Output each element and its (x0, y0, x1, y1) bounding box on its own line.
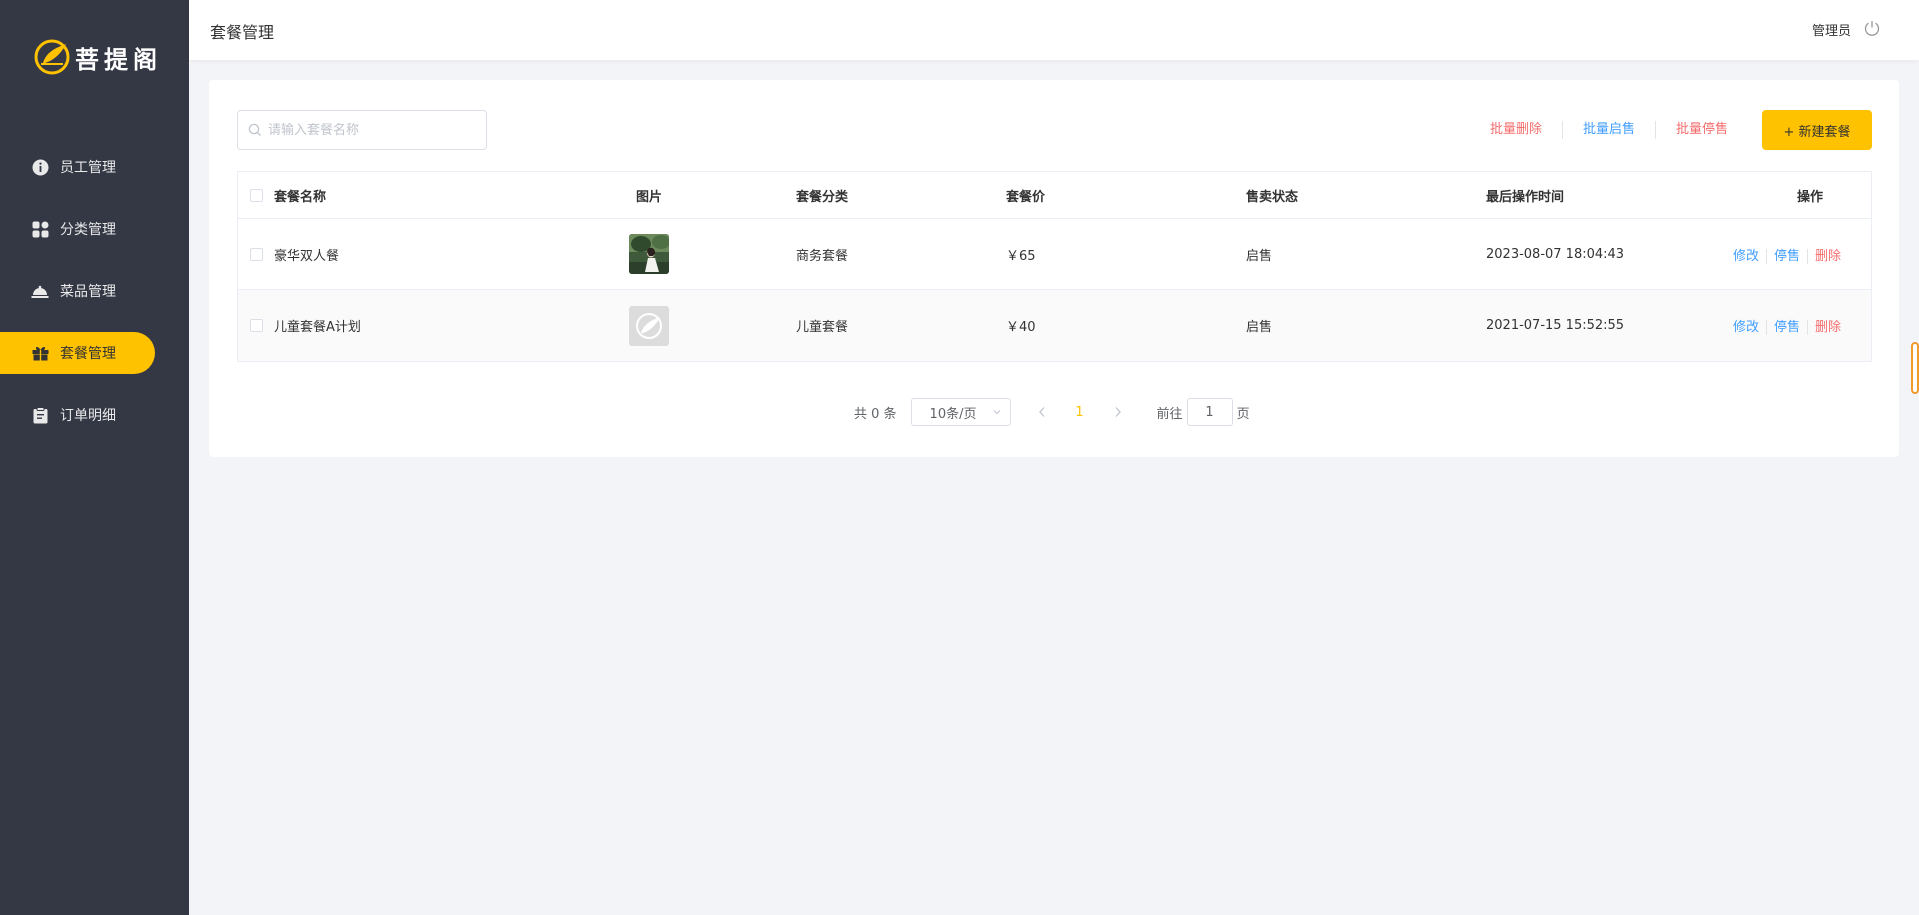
column-header: 售卖状态 (1246, 189, 1299, 205)
goto-suffix: 页 (1236, 406, 1250, 422)
search-box[interactable] (237, 110, 487, 150)
batch-delete-button[interactable]: 批量删除 (1470, 121, 1563, 139)
edit-button[interactable]: 修改 (1725, 248, 1767, 264)
combo-updated-time: 2023-08-07 18:04:43 (1486, 246, 1625, 262)
table-row: 豪华双人餐 商务套餐 ￥65 启售 2023-08-07 18:04:43 修改… (238, 219, 1871, 290)
column-header: 套餐名称 (274, 189, 327, 205)
combo-name: 儿童套餐A计划 (274, 320, 361, 335)
goto-page-input[interactable] (1186, 398, 1233, 426)
toolbar: 批量删除 批量启售 批量停售 + 新建套餐 (1470, 110, 1872, 150)
chevron-down-icon (993, 410, 1000, 415)
pagination: 共 0 条 10条/页 1 前往 页 (854, 398, 1250, 426)
content-card: 批量删除 批量启售 批量停售 + 新建套餐 套餐名称 图片 套餐分类 套餐价 售… (209, 80, 1899, 457)
combo-table: 套餐名称 图片 套餐分类 套餐价 售卖状态 最后操作时间 操作 豪华双人餐 商务… (237, 171, 1872, 362)
page-size-value: 10条/页 (929, 406, 977, 422)
search-input[interactable] (268, 122, 478, 138)
column-header: 操作 (1796, 189, 1823, 205)
prev-page-button[interactable] (1027, 398, 1057, 426)
page-number-current[interactable]: 1 (1065, 405, 1095, 420)
sidebar-item-label: 员工管理 (60, 160, 116, 176)
chevron-right-icon (1115, 407, 1121, 417)
sidebar-item-label: 订单明细 (60, 408, 116, 424)
table-row: 儿童套餐A计划 儿童套餐 ￥40 启售 2021-07-15 15:52:55 … (238, 290, 1871, 361)
sidebar-item-label: 分类管理 (60, 222, 116, 238)
row-checkbox[interactable] (250, 247, 263, 261)
clipboard-icon (31, 406, 49, 424)
logo: 菩提阁 (33, 38, 162, 76)
gift-icon (31, 344, 49, 362)
sidebar-item-categories[interactable]: 分类管理 (0, 208, 155, 250)
sidebar-item-employees[interactable]: 员工管理 (0, 146, 155, 188)
sidebar-nav: 员工管理 分类管理 菜品管理 套餐管理 订单明细 (0, 146, 189, 456)
column-header: 套餐价 (1006, 189, 1046, 205)
brand-name: 菩提阁 (75, 45, 162, 74)
edit-button[interactable]: 修改 (1725, 320, 1767, 335)
grid-icon (31, 220, 49, 238)
scrollbar-handle[interactable] (1911, 342, 1919, 394)
combo-status: 启售 (1246, 320, 1273, 335)
combo-category: 商务套餐 (796, 248, 849, 264)
sidebar-item-orders[interactable]: 订单明细 (0, 394, 155, 436)
delete-button[interactable]: 删除 (1808, 249, 1841, 264)
combo-status: 启售 (1246, 248, 1273, 264)
power-icon[interactable] (1863, 19, 1881, 37)
page-size-select[interactable]: 10条/页 (910, 398, 1011, 426)
combo-updated-time: 2021-07-15 15:52:55 (1486, 318, 1625, 333)
sidebar: 菩提阁 员工管理 分类管理 菜品管理 套餐管理 订单明细 (0, 0, 189, 915)
combo-image[interactable] (629, 234, 669, 274)
sidebar-item-label: 菜品管理 (60, 284, 116, 300)
column-header: 图片 (635, 189, 662, 205)
column-header: 套餐分类 (796, 189, 849, 205)
combo-name: 豪华双人餐 (274, 248, 340, 264)
user-name[interactable]: 管理员 (1812, 20, 1851, 39)
sidebar-item-combos[interactable]: 套餐管理 (0, 332, 155, 374)
dish-cover-icon (31, 282, 49, 300)
sidebar-item-label: 套餐管理 (60, 346, 116, 362)
row-checkbox[interactable] (250, 319, 263, 332)
table-header: 套餐名称 图片 套餐分类 套餐价 售卖状态 最后操作时间 操作 (238, 172, 1871, 219)
info-circle-icon (31, 158, 49, 176)
goto-page: 前往 页 (1157, 398, 1250, 426)
logo-icon (34, 39, 70, 75)
disable-button[interactable]: 停售 (1766, 320, 1808, 335)
disable-button[interactable]: 停售 (1766, 248, 1808, 264)
search-icon (248, 123, 262, 137)
next-page-button[interactable] (1103, 398, 1133, 426)
goto-prefix: 前往 (1156, 406, 1183, 422)
delete-button[interactable]: 删除 (1808, 320, 1841, 335)
combo-price: ￥65 (1006, 248, 1036, 264)
combo-category: 儿童套餐 (796, 320, 849, 335)
select-all-checkbox[interactable] (250, 188, 263, 202)
add-combo-button[interactable]: + 新建套餐 (1762, 110, 1872, 150)
combo-price: ￥40 (1006, 320, 1036, 335)
combo-image-placeholder[interactable] (629, 305, 669, 346)
batch-disable-button[interactable]: 批量停售 (1656, 121, 1748, 139)
total-count: 共 0 条 (854, 406, 897, 422)
page-title: 套餐管理 (210, 23, 275, 42)
top-header: 套餐管理 管理员 (189, 0, 1919, 60)
batch-enable-button[interactable]: 批量启售 (1563, 121, 1656, 139)
chevron-left-icon (1038, 407, 1045, 417)
sidebar-item-dishes[interactable]: 菜品管理 (0, 270, 155, 312)
column-header: 最后操作时间 (1486, 189, 1565, 205)
